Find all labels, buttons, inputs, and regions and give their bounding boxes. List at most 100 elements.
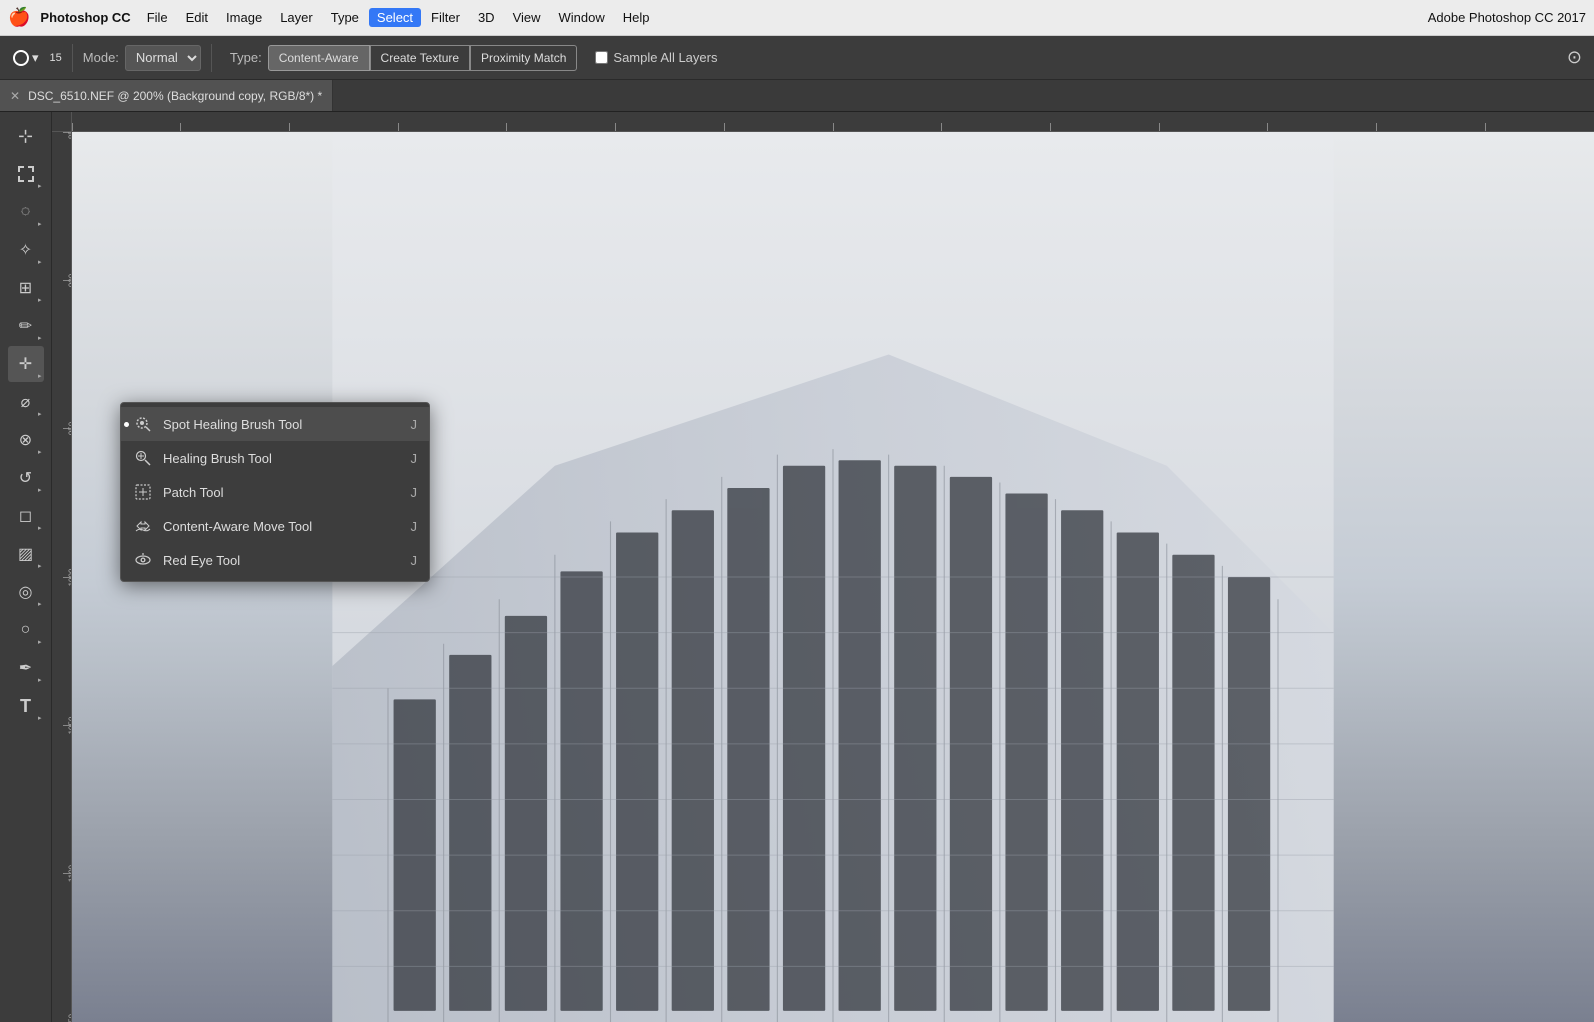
- clone-arrow: ▸: [38, 448, 42, 456]
- toolbar-divider-2: [211, 44, 212, 72]
- patch-icon: [133, 482, 153, 502]
- toolbar-divider-1: [72, 44, 73, 72]
- gradient-icon: ▨: [18, 544, 33, 564]
- left-toolbar: ⊹ ▸ ◌ ▸ ✧ ▸ ⊞ ▸ ✏ ▸ ✛ ▸ ⌀ ▸ ⊗: [0, 112, 52, 1022]
- canvas-container: 1500155016001650170017501800185019001950…: [52, 112, 1594, 1022]
- eraser-icon: ◻: [19, 506, 32, 526]
- lasso-arrow: ▸: [38, 220, 42, 228]
- magic-wand-icon: ✧: [19, 240, 32, 260]
- gradient-arrow: ▸: [38, 562, 42, 570]
- menu-edit[interactable]: Edit: [178, 8, 216, 27]
- brush-preset-picker[interactable]: ▾: [8, 47, 44, 69]
- tool-text[interactable]: T ▸: [8, 688, 44, 724]
- marquee-icon: [18, 166, 34, 182]
- context-menu-item-content-aware-move[interactable]: Content-Aware Move Tool J: [121, 509, 429, 543]
- spot-healing-icon: [133, 414, 153, 434]
- text-arrow: ▸: [38, 714, 42, 722]
- tool-magic-wand[interactable]: ✧ ▸: [8, 232, 44, 268]
- red-eye-shortcut: J: [411, 553, 418, 568]
- tool-lasso[interactable]: ◌ ▸: [8, 194, 44, 230]
- sample-all-layers-label[interactable]: Sample All Layers: [595, 50, 717, 65]
- type-proximity-match[interactable]: Proximity Match: [470, 45, 577, 71]
- eyedropper-arrow: ▸: [38, 334, 42, 342]
- tool-eyedropper[interactable]: ✏ ▸: [8, 308, 44, 344]
- content-aware-move-label: Content-Aware Move Tool: [163, 519, 401, 534]
- lasso-icon: ◌: [21, 203, 31, 221]
- menu-file[interactable]: File: [139, 8, 176, 27]
- context-menu-item-spot-healing[interactable]: Spot Healing Brush Tool J: [121, 407, 429, 441]
- tab-close-button[interactable]: ✕: [10, 89, 20, 103]
- menu-select[interactable]: Select: [369, 8, 421, 27]
- healing-brush-ctx-icon: [133, 448, 153, 468]
- content-aware-move-shortcut: J: [411, 519, 418, 534]
- crop-icon: ⊞: [19, 278, 32, 298]
- tool-marquee[interactable]: ▸: [8, 156, 44, 192]
- tool-healing-brush[interactable]: ✛ ▸: [8, 346, 44, 382]
- tab-title: DSC_6510.NEF @ 200% (Background copy, RG…: [28, 89, 322, 103]
- tool-crop[interactable]: ⊞ ▸: [8, 270, 44, 306]
- apple-icon[interactable]: 🍎: [8, 7, 30, 28]
- history-arrow: ▸: [38, 486, 42, 494]
- active-indicator: [124, 422, 129, 427]
- blur-icon: ◎: [19, 582, 33, 602]
- type-create-texture[interactable]: Create Texture: [370, 45, 471, 71]
- menu-layer[interactable]: Layer: [272, 8, 321, 27]
- crop-arrow: ▸: [38, 296, 42, 304]
- eraser-arrow: ▸: [38, 524, 42, 532]
- menu-window[interactable]: Window: [551, 8, 613, 27]
- tool-blur[interactable]: ◎ ▸: [8, 574, 44, 610]
- menu-image[interactable]: Image: [218, 8, 270, 27]
- menu-help[interactable]: Help: [615, 8, 658, 27]
- document-tabs: ✕ DSC_6510.NEF @ 200% (Background copy, …: [0, 80, 1594, 112]
- pen-icon: ✒: [19, 658, 32, 678]
- tool-move[interactable]: ⊹: [8, 118, 44, 154]
- content-aware-move-icon: [133, 516, 153, 536]
- context-menu-item-healing-brush[interactable]: Healing Brush Tool J: [121, 441, 429, 475]
- sample-all-layers-text: Sample All Layers: [613, 50, 717, 65]
- patch-label: Patch Tool: [163, 485, 401, 500]
- tool-history-brush[interactable]: ↺ ▸: [8, 460, 44, 496]
- brush-dropdown-arrow: ▾: [32, 50, 39, 66]
- main-area: ⊹ ▸ ◌ ▸ ✧ ▸ ⊞ ▸ ✏ ▸ ✛ ▸ ⌀ ▸ ⊗: [0, 112, 1594, 1022]
- document-tab[interactable]: ✕ DSC_6510.NEF @ 200% (Background copy, …: [0, 80, 333, 111]
- context-menu-item-red-eye[interactable]: Red Eye Tool J: [121, 543, 429, 577]
- brush-size-display: 15: [50, 52, 62, 64]
- type-button-group: Content-Aware Create Texture Proximity M…: [268, 45, 578, 71]
- target-icon[interactable]: ⊙: [1563, 43, 1586, 72]
- text-icon: T: [20, 696, 31, 717]
- red-eye-icon: [133, 550, 153, 570]
- type-content-aware[interactable]: Content-Aware: [268, 45, 370, 71]
- type-label: Type:: [230, 50, 262, 65]
- app-title-right: Adobe Photoshop CC 2017: [1428, 10, 1586, 25]
- healing-brush-icon: ✛: [19, 354, 32, 374]
- app-name: Photoshop CC: [40, 10, 130, 25]
- ruler-top-inner: 1500155016001650170017501800185019001950…: [72, 112, 1594, 131]
- menu-3d[interactable]: 3D: [470, 8, 503, 27]
- ruler-corner: [52, 112, 72, 132]
- blur-arrow: ▸: [38, 600, 42, 608]
- pen-arrow: ▸: [38, 676, 42, 684]
- toolbar: ▾ 15 Mode: Normal Type: Content-Aware Cr…: [0, 36, 1594, 80]
- context-menu: Spot Healing Brush Tool J Healing Brush …: [120, 402, 430, 582]
- tool-gradient[interactable]: ▨ ▸: [8, 536, 44, 572]
- marquee-arrow: ▸: [38, 182, 42, 190]
- context-menu-item-patch[interactable]: Patch Tool J: [121, 475, 429, 509]
- brush-preview: [13, 50, 29, 66]
- tool-eraser[interactable]: ◻ ▸: [8, 498, 44, 534]
- menu-filter[interactable]: Filter: [423, 8, 468, 27]
- move-icon: ⊹: [18, 126, 33, 147]
- tool-brush[interactable]: ⌀ ▸: [8, 384, 44, 420]
- tool-clone-stamp[interactable]: ⊗ ▸: [8, 422, 44, 458]
- sample-all-layers-checkbox[interactable]: [595, 51, 608, 64]
- ruler-top: 1500155016001650170017501800185019001950…: [72, 112, 1594, 132]
- dodge-arrow: ▸: [38, 638, 42, 646]
- tool-dodge[interactable]: ○ ▸: [8, 612, 44, 648]
- brush-icon: ⌀: [21, 392, 31, 412]
- tool-pen[interactable]: ✒ ▸: [8, 650, 44, 686]
- mode-select[interactable]: Normal: [125, 45, 201, 71]
- patch-shortcut: J: [411, 485, 418, 500]
- dodge-icon: ○: [21, 621, 31, 639]
- menu-view[interactable]: View: [505, 8, 549, 27]
- menu-type[interactable]: Type: [323, 8, 367, 27]
- menubar: 🍎 Photoshop CC File Edit Image Layer Typ…: [0, 0, 1594, 36]
